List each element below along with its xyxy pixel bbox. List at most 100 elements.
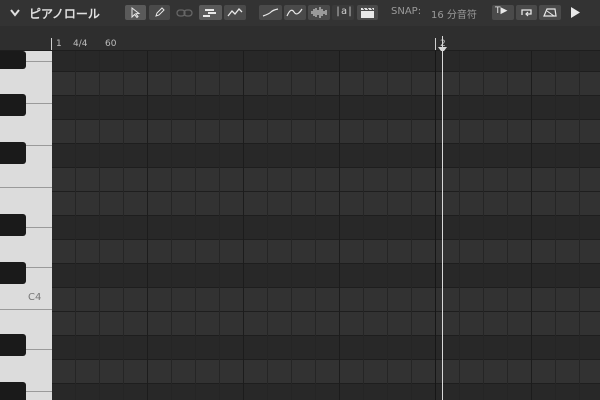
lane-divider	[52, 119, 600, 120]
black-key[interactable]	[0, 334, 26, 356]
time-signature: 4/4	[73, 39, 88, 49]
grid-line	[363, 51, 364, 400]
grid-line	[387, 51, 388, 400]
grid-line	[219, 51, 220, 400]
pitch-lane[interactable]	[52, 119, 600, 143]
note-grid[interactable]	[52, 51, 600, 400]
curve-button[interactable]	[224, 5, 246, 20]
pitch-lane[interactable]	[52, 335, 600, 359]
pitch-lane[interactable]	[52, 191, 600, 215]
lane-divider	[52, 263, 600, 264]
lane-divider	[52, 167, 600, 168]
step-input-button[interactable]	[199, 5, 222, 20]
grid-line	[171, 51, 172, 400]
snap-label: SNAP:	[391, 6, 422, 17]
pitch-lane[interactable]	[52, 51, 600, 71]
lane-divider	[52, 215, 600, 216]
pencil-tool-button[interactable]	[149, 5, 170, 20]
pitch-lane[interactable]	[52, 359, 600, 383]
grid-line	[291, 51, 292, 400]
text-play-button[interactable]: T▶	[492, 5, 514, 20]
pitch-lane[interactable]	[52, 239, 600, 263]
pitch-lane[interactable]	[52, 311, 600, 335]
white-key-divider	[0, 309, 52, 310]
lane-divider	[52, 359, 600, 360]
toolbar: ピアノロール |a| SNAP: 16 分音符 T▶	[0, 0, 600, 26]
sustain-icon	[543, 8, 557, 17]
loop-icon	[521, 9, 532, 17]
timeline-ruler[interactable]: 1 4/4 60 2	[0, 26, 600, 53]
grid-line	[195, 51, 196, 400]
grid-line	[459, 51, 460, 400]
chevron-down-icon[interactable]	[9, 7, 21, 19]
snap-value[interactable]: 16 分音符	[431, 6, 477, 21]
bar-line	[435, 51, 436, 400]
grid-line	[315, 51, 316, 400]
bar-2-tick	[435, 38, 436, 50]
grid-line	[555, 51, 556, 400]
playhead-line[interactable]	[442, 36, 443, 400]
play-icon[interactable]	[569, 6, 581, 19]
lane-divider	[52, 191, 600, 192]
wave-curve-icon	[286, 8, 303, 17]
audio-wave-icon	[311, 7, 327, 18]
lane-divider	[52, 95, 600, 96]
pointer-tool-button[interactable]	[125, 5, 146, 20]
lane-divider	[52, 239, 600, 240]
pitch-lane[interactable]	[52, 95, 600, 119]
black-key[interactable]	[0, 142, 26, 164]
link-icon[interactable]	[176, 7, 194, 19]
beat-line	[531, 51, 532, 400]
text-play-icon: T▶	[495, 6, 508, 16]
pointer-tool-icon	[131, 6, 141, 19]
piano-keyboard[interactable]: C4	[0, 51, 52, 400]
lane-divider	[52, 383, 600, 384]
grid-line	[123, 51, 124, 400]
grid-line	[507, 51, 508, 400]
lane-divider	[52, 287, 600, 288]
black-key[interactable]	[0, 382, 26, 400]
line-curve-icon	[262, 8, 279, 17]
wave-curve-button[interactable]	[284, 5, 306, 20]
black-key[interactable]	[0, 51, 26, 69]
grid-line	[411, 51, 412, 400]
bar-1-number: 1	[56, 39, 62, 49]
sustain-button[interactable]	[539, 5, 561, 20]
grid-line	[579, 51, 580, 400]
clapper-button[interactable]	[357, 5, 378, 20]
beat-line	[243, 51, 244, 400]
lane-divider	[52, 311, 600, 312]
black-key[interactable]	[0, 94, 26, 116]
black-key[interactable]	[0, 214, 26, 236]
lyrics-button[interactable]: |a|	[332, 5, 354, 20]
beat-line	[339, 51, 340, 400]
lane-divider	[52, 143, 600, 144]
pitch-lane[interactable]	[52, 215, 600, 239]
curve-icon	[227, 8, 243, 17]
grid-line	[99, 51, 100, 400]
loop-button[interactable]	[516, 5, 537, 20]
line-curve-button[interactable]	[259, 5, 282, 20]
grid-line	[75, 51, 76, 400]
white-key-divider	[0, 187, 52, 188]
step-input-icon	[203, 9, 216, 17]
pitch-lane[interactable]	[52, 167, 600, 191]
grid-line	[483, 51, 484, 400]
lane-divider	[52, 335, 600, 336]
clapper-icon	[361, 7, 374, 18]
audio-wave-button[interactable]	[308, 5, 330, 20]
pitch-lane[interactable]	[52, 383, 600, 400]
pitch-lane[interactable]	[52, 287, 600, 311]
pitch-lane[interactable]	[52, 263, 600, 287]
bar-1-tick	[51, 38, 52, 50]
black-key[interactable]	[0, 262, 26, 284]
tempo: 60	[105, 39, 117, 49]
lyrics-icon: |a|	[335, 6, 354, 17]
window-title: ピアノロール	[29, 7, 100, 21]
beat-line	[147, 51, 148, 400]
pitch-lane[interactable]	[52, 71, 600, 95]
pitch-lane[interactable]	[52, 143, 600, 167]
grid-line	[267, 51, 268, 400]
lane-divider	[52, 71, 600, 72]
octave-label-c4: C4	[28, 292, 42, 303]
